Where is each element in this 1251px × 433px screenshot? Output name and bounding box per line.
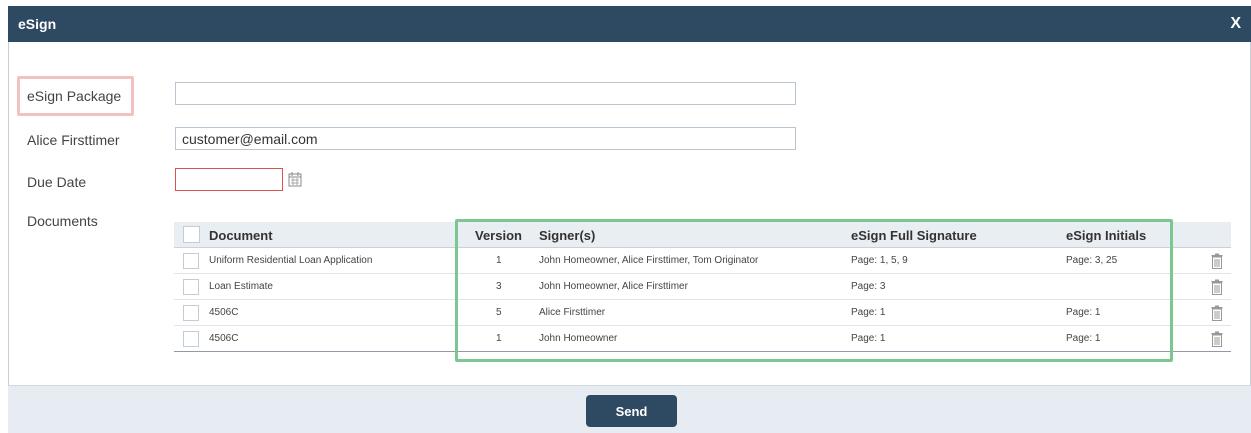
cell-document: Loan Estimate bbox=[209, 281, 273, 292]
row-checkbox[interactable] bbox=[183, 253, 199, 269]
dialog-title: eSign bbox=[18, 16, 57, 32]
package-label: eSign Package bbox=[27, 88, 122, 104]
trash-icon[interactable] bbox=[1211, 279, 1223, 295]
signer-columns-highlight bbox=[455, 219, 1173, 362]
signer-label: Alice Firsttimer bbox=[27, 132, 120, 148]
header-document: Document bbox=[209, 228, 273, 243]
cell-document: Uniform Residential Loan Application bbox=[209, 255, 373, 266]
row-checkbox[interactable] bbox=[183, 305, 199, 321]
documents-label: Documents bbox=[27, 213, 98, 229]
send-button[interactable]: Send bbox=[586, 395, 677, 427]
trash-icon[interactable] bbox=[1211, 253, 1223, 269]
cell-document: 4506C bbox=[209, 333, 239, 344]
package-input[interactable] bbox=[175, 82, 796, 105]
row-checkbox[interactable] bbox=[183, 331, 199, 347]
select-all-checkbox[interactable] bbox=[183, 226, 200, 243]
due-date-label: Due Date bbox=[27, 174, 87, 190]
calendar-icon[interactable] bbox=[288, 171, 302, 187]
trash-icon[interactable] bbox=[1211, 331, 1223, 347]
close-button[interactable]: X bbox=[1230, 15, 1241, 33]
email-field[interactable] bbox=[175, 127, 796, 150]
dialog-footer: Send bbox=[8, 385, 1251, 433]
cell-document: 4506C bbox=[209, 307, 239, 318]
dialog-header: eSign X bbox=[8, 6, 1251, 42]
trash-icon[interactable] bbox=[1211, 305, 1223, 321]
due-date-input[interactable] bbox=[175, 168, 283, 191]
row-checkbox[interactable] bbox=[183, 279, 199, 295]
